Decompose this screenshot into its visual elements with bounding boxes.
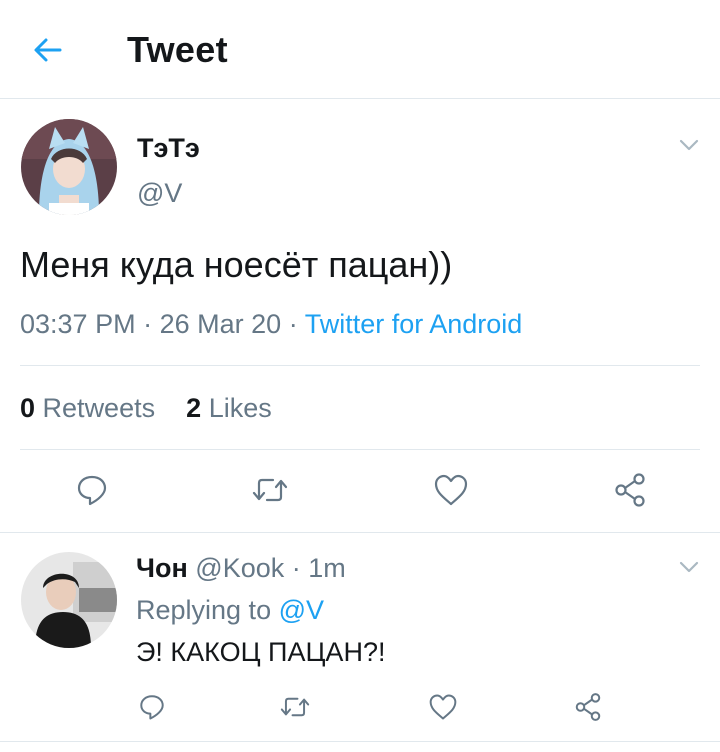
reply-author-handle[interactable]: @Kook	[195, 553, 284, 583]
tweet-stats: 0 Retweets 2 Likes	[20, 393, 272, 424]
avatar[interactable]	[21, 119, 117, 215]
chevron-down-icon	[679, 561, 699, 573]
reply-avatar[interactable]	[21, 552, 117, 648]
back-button[interactable]	[28, 30, 68, 70]
replying-to-line: Replying to @V	[136, 595, 324, 626]
share-icon	[615, 473, 645, 507]
retweets-count: 0	[20, 393, 36, 423]
tweet-meta: 03:37 PM · 26 Mar 20 · Twitter for Andro…	[20, 309, 522, 340]
divider	[20, 365, 700, 366]
reply-header: Чон @Kook · 1m	[136, 553, 346, 584]
like-button[interactable]	[429, 470, 473, 510]
replying-to-label: Replying to	[136, 595, 272, 625]
author-handle[interactable]: @V	[137, 178, 182, 209]
retweet-icon	[280, 697, 310, 717]
reply-author-name[interactable]: Чон	[136, 553, 188, 583]
reply-text: Э! КАКОЦ ПАЦАН?!	[136, 637, 386, 667]
tweet-menu-button[interactable]	[677, 133, 701, 157]
share-button[interactable]	[608, 470, 652, 510]
tweet-date: 26 Mar 20	[159, 309, 282, 339]
retweets-stat[interactable]: 0 Retweets	[20, 393, 155, 423]
retweet-button[interactable]	[248, 470, 292, 510]
tweet-source-link[interactable]: Twitter for Android	[305, 309, 523, 339]
reply-icon	[140, 695, 164, 720]
like-icon	[429, 694, 457, 720]
likes-label: Likes	[208, 393, 272, 423]
chevron-down-icon	[679, 139, 699, 151]
share-icon	[575, 693, 601, 721]
likes-count: 2	[186, 393, 202, 423]
reply-reply-button[interactable]	[132, 690, 172, 724]
page-title: Tweet	[127, 29, 228, 70]
reply-menu-button[interactable]	[677, 555, 701, 579]
reply-retweet-button[interactable]	[275, 690, 315, 724]
replying-to-link[interactable]: @V	[279, 595, 324, 625]
divider	[20, 449, 700, 450]
reply-age: 1m	[308, 553, 346, 583]
reply-like-button[interactable]	[423, 690, 463, 724]
retweets-label: Retweets	[42, 393, 156, 423]
reply-button[interactable]	[70, 470, 114, 510]
tweet-text: Меня куда ноесёт пацан))	[20, 244, 453, 285]
author-name[interactable]: ТэТэ	[137, 133, 200, 164]
divider	[0, 741, 720, 742]
reply-icon	[77, 475, 107, 506]
meta-separator: ·	[143, 309, 153, 339]
reply-share-button[interactable]	[568, 690, 608, 724]
retweet-icon	[252, 478, 288, 502]
top-bar: Tweet	[0, 0, 720, 99]
arrow-left-icon	[34, 38, 62, 62]
meta-separator-2: ·	[288, 309, 298, 339]
likes-stat[interactable]: 2 Likes	[186, 393, 272, 423]
like-icon	[434, 474, 468, 506]
tweet-time: 03:37 PM	[20, 309, 136, 339]
reply-separator: ·	[291, 553, 301, 583]
divider	[0, 532, 720, 533]
